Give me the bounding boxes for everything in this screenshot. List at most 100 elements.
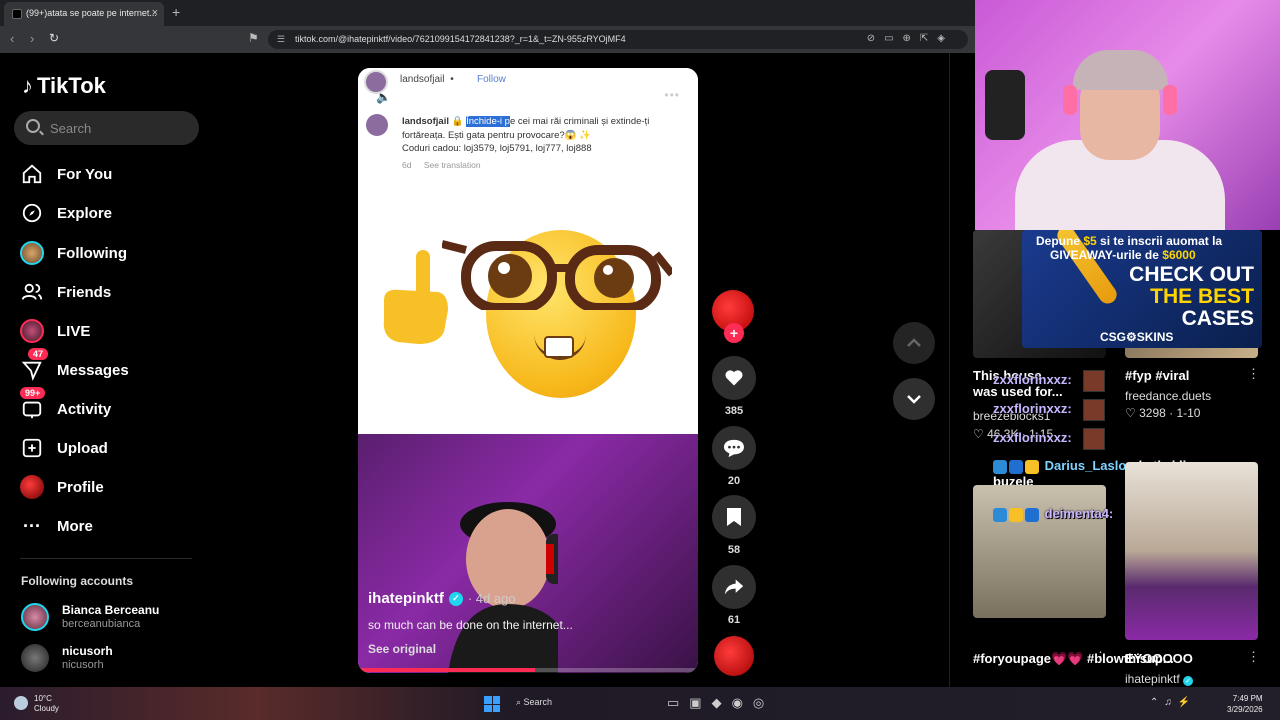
bookmark-icon[interactable]: ⚑ xyxy=(248,31,259,45)
card-author[interactable]: freedance.duets xyxy=(1125,389,1211,403)
following-account[interactable]: nicusorh nicusorh xyxy=(21,642,211,674)
sound-disc[interactable] xyxy=(714,636,754,676)
more-icon[interactable]: ⋮ xyxy=(1094,649,1107,665)
tiktok-logo[interactable]: ♪ TikTok xyxy=(22,73,106,99)
chat-message: zxxflorinxxz: xyxy=(993,401,1072,416)
temperature: 10°C xyxy=(34,694,52,703)
new-tab-button[interactable]: + xyxy=(172,4,180,20)
sidebar-item-friends[interactable]: Friends xyxy=(18,277,208,307)
next-video-button[interactable] xyxy=(893,378,935,420)
card-stats: ♡ 3298 · 1-10 xyxy=(1125,406,1201,420)
taskbar-pinned-apps[interactable]: ▭▣◆◉◎ xyxy=(667,695,774,711)
back-icon[interactable]: ‹ xyxy=(10,31,14,46)
comment-button[interactable] xyxy=(712,426,756,470)
progress-fill xyxy=(358,668,535,672)
sidebar-item-more[interactable]: ··· More xyxy=(18,511,208,541)
weather-widget[interactable]: 10°C Cloudy xyxy=(14,694,59,714)
chat-user: zxxflorinxxz: xyxy=(993,372,1072,387)
caption: landsofjail 🔒 Închide-i pe cei mai răi c… xyxy=(402,116,650,154)
ad-text: Depune xyxy=(1036,234,1084,248)
search-input[interactable]: Search xyxy=(14,111,199,145)
system-tray[interactable]: ⌃♫⚡ xyxy=(1150,697,1196,708)
inner-username: landsofjail • xyxy=(400,74,454,85)
ad-cta-line: CHECK OUT xyxy=(1129,263,1254,286)
following-account[interactable]: Bianca Berceanu berceanubianca xyxy=(21,601,211,633)
chat-message: zxxflorinxxz: xyxy=(993,430,1072,445)
messages-icon: 47 xyxy=(18,348,49,384)
heart-icon xyxy=(725,370,743,386)
embedded-ad-frame: landsofjail • Follow 🔈 ••• landsofjail 🔒… xyxy=(358,68,698,434)
sidebar-item-messages[interactable]: 47 Messages xyxy=(18,348,208,385)
cloud-icon xyxy=(14,696,28,710)
share-count: 61 xyxy=(727,614,741,626)
account-username: nicusorh xyxy=(62,659,104,671)
video-player[interactable]: landsofjail • Follow 🔈 ••• landsofjail 🔒… xyxy=(358,68,698,673)
like-button[interactable] xyxy=(712,356,756,400)
tiktok-note-icon: ♪ xyxy=(22,73,33,98)
share-button[interactable] xyxy=(712,565,756,609)
close-tab-icon[interactable]: × xyxy=(152,7,158,19)
browser-tab[interactable]: (99+)atata se poate pe internet... × xyxy=(4,2,164,26)
separator-dot: • xyxy=(450,74,454,85)
clock-date: 3/29/2026 xyxy=(1227,705,1263,714)
chat-avatar xyxy=(1083,399,1105,421)
volume-icon: 🔈 xyxy=(376,90,391,104)
ad-cta-line: CASES xyxy=(1181,307,1254,330)
follow-plus-icon[interactable]: + xyxy=(724,323,744,343)
glasses-icon xyxy=(442,240,672,310)
friends-icon xyxy=(18,278,46,306)
save-button[interactable] xyxy=(712,495,756,539)
more-icon: ••• xyxy=(664,88,680,102)
sidebar-item-label: Profile xyxy=(57,478,104,496)
site-info-icon[interactable]: ☰ xyxy=(277,34,285,45)
sidebar-item-for-you[interactable]: For You xyxy=(18,159,208,189)
caption-codes: Coduri cadou: loj3579, loj5791, loj777, … xyxy=(402,143,592,154)
profile-avatar xyxy=(18,473,46,501)
see-original-link[interactable]: See original xyxy=(368,642,436,656)
video-thumbnail[interactable] xyxy=(973,485,1106,618)
following-accounts-heading: Following accounts xyxy=(21,574,134,588)
avatar xyxy=(21,603,49,631)
comment-count: 20 xyxy=(727,475,741,487)
verified-icon: ✓ xyxy=(1183,676,1194,686)
previous-video-button[interactable] xyxy=(893,322,935,364)
video-description: so much can be done on the internet... xyxy=(368,618,573,632)
address-bar[interactable]: ☰ tiktok.com/@ihatepinktf/video/76210991… xyxy=(268,30,968,49)
card-author[interactable]: ihatepinktf ✓ xyxy=(1125,672,1194,686)
taskbar-search[interactable]: ⌕ Search xyxy=(516,697,552,708)
sidebar-item-profile[interactable]: Profile xyxy=(18,472,208,502)
ad-line-2: GIVEAWAY-urile de $6000 xyxy=(1050,248,1196,262)
sidebar-item-live[interactable]: LIVE xyxy=(18,316,208,346)
more-icon[interactable]: ⋮ xyxy=(1247,366,1260,382)
video-thumbnail[interactable] xyxy=(1125,462,1258,640)
account-name: nicusorh xyxy=(62,644,113,658)
sidebar-item-activity[interactable]: 99+ Activity xyxy=(18,387,208,424)
more-icon[interactable]: ⋮ xyxy=(1247,649,1260,665)
sponsor-banner: Depune $5 si te inscrii auomat la GIVEAW… xyxy=(1022,230,1262,348)
reload-icon[interactable]: ↻ xyxy=(49,31,59,45)
video-author[interactable]: ihatepinktf ✓ · 4d ago xyxy=(368,590,516,607)
chat-message: deimenta4: xyxy=(993,506,1113,522)
badge-icon xyxy=(993,507,1007,522)
card-title[interactable]: #fyp #viral xyxy=(1125,368,1189,383)
address-bar-actions[interactable]: ⊘▭⊕⇱◈ xyxy=(867,33,954,44)
see-translation-link: See translation xyxy=(423,160,481,170)
forward-icon[interactable]: › xyxy=(30,31,34,46)
following-avatar xyxy=(18,239,46,267)
like-count: 385 xyxy=(724,405,744,417)
chat-user: zxxflorinxxz: xyxy=(993,401,1072,416)
clock[interactable]: 7:49 PM 3/29/2026 xyxy=(1227,693,1263,715)
progress-bar[interactable] xyxy=(358,668,698,672)
compass-icon xyxy=(18,199,46,227)
card-title[interactable]: EYOOOOO xyxy=(1125,651,1193,666)
sidebar-item-label: Explore xyxy=(57,204,113,222)
sidebar-item-following[interactable]: Following xyxy=(18,238,208,268)
sidebar-item-upload[interactable]: Upload xyxy=(18,433,208,463)
start-button[interactable] xyxy=(484,696,500,712)
sidebar-divider xyxy=(20,558,192,559)
sidebar-item-label: For You xyxy=(57,165,113,183)
comment-icon xyxy=(724,439,744,458)
tab-title: (99+)atata se poate pe internet... xyxy=(26,8,157,18)
sidebar-item-explore[interactable]: Explore xyxy=(18,198,208,228)
live-avatar xyxy=(18,317,46,345)
